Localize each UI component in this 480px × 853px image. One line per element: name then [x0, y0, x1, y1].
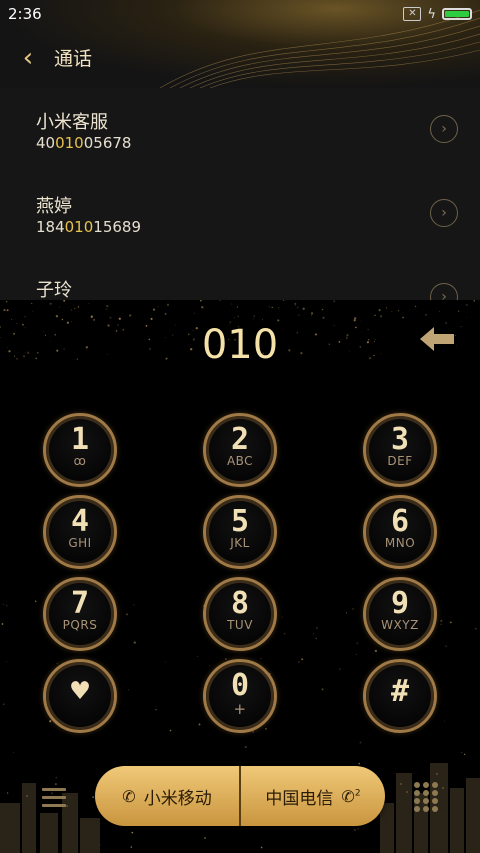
- dialed-number: 010: [201, 322, 279, 368]
- phone-sim2-icon: ✆2: [341, 786, 361, 806]
- key-4[interactable]: 4 GHI: [43, 495, 117, 569]
- key-star[interactable]: ♥: [43, 659, 117, 733]
- heart-icon: ♥: [70, 674, 90, 709]
- key-6[interactable]: 6 MNO: [363, 495, 437, 569]
- contact-number: 4001005678: [36, 134, 132, 152]
- key-2[interactable]: 2 ABC: [203, 413, 277, 487]
- list-item[interactable]: 燕婷 18401015689 ›: [0, 172, 480, 256]
- key-0[interactable]: 0 +: [203, 659, 277, 733]
- contact-name: 小米客服: [36, 112, 108, 133]
- key-3[interactable]: 3 DEF: [363, 413, 437, 487]
- no-sim-icon: ✕: [403, 7, 422, 21]
- chevron-right-icon[interactable]: ›: [430, 199, 458, 227]
- contact-number: 18401015689: [36, 218, 141, 236]
- charging-icon: ϟ: [427, 6, 436, 22]
- call-sim2-button[interactable]: 中国电信 ✆2: [239, 766, 385, 826]
- phone-sim1-icon: ✆: [122, 786, 136, 806]
- status-bar: 2:36 ✕ ϟ: [0, 0, 480, 28]
- key-hash[interactable]: #: [363, 659, 437, 733]
- contact-name: 燕婷: [36, 196, 72, 217]
- dialer-panel: 010 1 ꝏ 2 ABC 3 DEF 4 GHI 5 JKL 6 MNO 7 …: [0, 300, 480, 853]
- menu-icon[interactable]: [42, 788, 66, 810]
- chevron-right-icon[interactable]: ›: [430, 283, 458, 300]
- backspace-icon[interactable]: [418, 324, 458, 354]
- contact-list[interactable]: 小米客服 4001005678 › 燕婷 18401015689 › 子玲 ›: [0, 88, 480, 300]
- key-8[interactable]: 8 TUV: [203, 577, 277, 651]
- call-sim1-button[interactable]: ✆ 小米移动: [95, 766, 239, 826]
- key-7[interactable]: 7 PQRS: [43, 577, 117, 651]
- list-item[interactable]: 小米客服 4001005678 ›: [0, 88, 480, 172]
- key-5[interactable]: 5 JKL: [203, 495, 277, 569]
- contact-name: 子玲: [36, 280, 72, 300]
- voicemail-icon: ꝏ: [73, 454, 87, 468]
- list-item[interactable]: 子玲 ›: [0, 256, 480, 300]
- back-chevron-icon[interactable]: ‹: [12, 42, 44, 74]
- dialpad-icon[interactable]: [414, 782, 438, 812]
- call-buttons: ✆ 小米移动 中国电信 ✆2: [95, 766, 385, 826]
- key-9[interactable]: 9 WXYZ: [363, 577, 437, 651]
- chevron-right-icon[interactable]: ›: [430, 115, 458, 143]
- page-title: 通话: [54, 48, 93, 70]
- status-time: 2:36: [8, 5, 42, 23]
- key-1[interactable]: 1 ꝏ: [43, 413, 117, 487]
- battery-icon: [442, 8, 472, 20]
